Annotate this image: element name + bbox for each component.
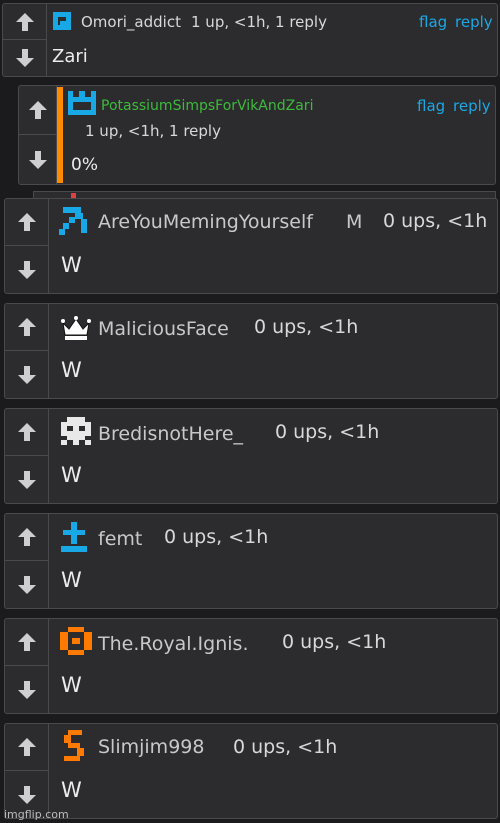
arrow-down-icon [15,49,34,67]
downvote-button[interactable] [5,351,48,398]
arrow-up-icon [17,738,36,756]
reply-link[interactable]: reply [453,97,491,115]
orange-ring-icon[interactable] [60,627,92,655]
vote-column [5,724,49,818]
arrow-up-icon [17,213,36,231]
comment-meta: 1 up, <1h, 1 reply [85,122,221,140]
crown-icon[interactable] [61,315,91,341]
arrow-up-icon [17,528,36,546]
comment-meta: 0 ups, <1h [254,316,359,338]
comment-item: Slimjim998 0 ups, <1h W [4,723,498,819]
downvote-button[interactable] [19,135,56,184]
watermark: imgflip.com [4,808,69,821]
upvote-button[interactable] [5,619,48,666]
downvote-button[interactable] [5,246,48,293]
username-link[interactable]: Slimjim998 [98,736,204,758]
reply-accent-bar [57,87,63,183]
upvote-button[interactable] [19,86,56,135]
comment-text: W [61,778,82,802]
mod-badge: M [346,211,363,233]
arrow-down-icon [17,680,36,699]
comment-item: AreYouMemingYourself M 0 ups, <1h W [4,198,498,294]
comment-meta: 0 ups, <1h [282,631,387,653]
downvote-button[interactable] [5,456,48,503]
upvote-button[interactable] [5,199,48,246]
arrow-down-icon [17,575,36,594]
arrow-down-icon [17,470,36,489]
comment-text: W [61,673,82,697]
orange-snake-icon[interactable] [62,730,86,762]
arrow-down-icon [17,260,36,279]
username-link[interactable]: AreYouMemingYourself [98,211,313,233]
comment-meta: 1 up, <1h, 1 reply [191,13,327,31]
comment-item: MaliciousFace 0 ups, <1h W [4,303,498,399]
arrow-up-icon [17,318,36,336]
reply-link[interactable]: reply [455,13,493,31]
vote-column [5,514,49,608]
blue-square-icon[interactable] [51,10,73,32]
upvote-button[interactable] [5,724,48,771]
vote-column [5,199,49,293]
username-link[interactable]: PotassiumSimpsForVikAndZari [101,98,313,114]
arrow-up-icon [28,101,47,119]
comment-item: Omori_addict 1 up, <1h, 1 reply flag rep… [2,3,498,77]
blue-cross-icon[interactable] [61,522,87,552]
comment-text: W [61,568,82,592]
arrow-up-icon [17,633,36,651]
comment-meta: 0 ups, <1h [233,736,338,758]
comment-item: The.Royal.Ignis. 0 ups, <1h W [4,618,498,714]
arrow-up-icon [17,423,36,441]
downvote-button[interactable] [5,561,48,608]
comment-meta: 0 ups, <1h [275,421,380,443]
upvote-button[interactable] [5,409,48,456]
upvote-button[interactable] [3,4,46,40]
arrow-up-icon [15,12,34,31]
vote-column [3,4,47,76]
username-link[interactable]: Omori_addict [81,13,181,31]
downvote-button[interactable] [3,40,46,76]
downvote-button[interactable] [5,666,48,713]
comment-text: W [61,358,82,382]
comment-item-reply: PotassiumSimpsForVikAndZari flag reply 1… [18,85,496,185]
comment-text: W [61,253,82,277]
comment-item: femt 0 ups, <1h W [4,513,498,609]
comment-meta: 0 ups, <1h [383,210,488,232]
arrow-down-icon [17,365,36,384]
comment-meta: 0 ups, <1h [164,526,269,548]
comment-text: 0% [71,155,98,175]
upvote-button[interactable] [5,304,48,351]
arrow-down-icon [17,785,36,804]
comment-text: Zari [52,46,88,67]
flag-link[interactable]: flag [417,97,445,115]
vote-column [5,619,49,713]
comment-text: W [61,463,82,487]
upvote-button[interactable] [5,514,48,561]
vote-column [19,86,57,184]
username-link[interactable]: femt [98,528,142,550]
skull-icon[interactable] [61,417,91,445]
flag-link[interactable]: flag [419,13,447,31]
vote-column [5,304,49,398]
blue-crown-icon[interactable] [68,91,96,115]
blue-pickaxe-icon[interactable] [59,207,89,237]
username-link[interactable]: MaliciousFace [98,318,229,340]
arrow-down-icon [28,150,47,169]
username-link[interactable]: The.Royal.Ignis. [98,633,248,655]
comment-item: BredisnotHere_ 0 ups, <1h W [4,408,498,504]
username-link[interactable]: BredisnotHere_ [98,423,243,445]
vote-column [5,409,49,503]
